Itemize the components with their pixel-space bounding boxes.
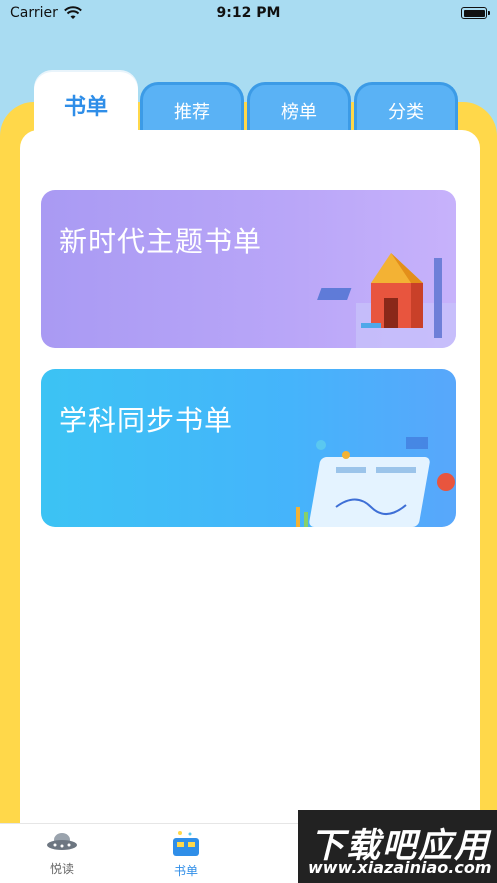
status-bar: Carrier 9:12 PM — [0, 0, 497, 26]
book-icon — [173, 831, 199, 856]
tabbar-booklist-label: 书单 — [173, 864, 198, 878]
tab-recommend-label: 推荐 — [174, 101, 210, 123]
carrier-label: Carrier — [10, 5, 58, 21]
wifi-icon — [64, 6, 82, 19]
card-title: 学科同步书单 — [59, 404, 234, 437]
ufo-icon — [47, 833, 77, 850]
tab-booklist[interactable]: 书单 — [34, 72, 138, 138]
tab-ranking[interactable]: 榜单 — [247, 82, 351, 136]
tabbar-item-booklist[interactable]: 书单 — [156, 830, 216, 879]
tab-ranking-label: 榜单 — [281, 101, 317, 123]
tab-booklist-label: 书单 — [63, 95, 108, 120]
tabbar-read-label: 悦读 — [49, 862, 74, 876]
card-new-era-booklist[interactable]: 新时代主题书单 — [41, 190, 456, 348]
document-illustration-icon — [296, 437, 455, 527]
battery-icon — [461, 7, 490, 19]
watermark-logo: 下载吧应用 www.xiazainiao.com — [298, 810, 497, 883]
tab-category-label: 分类 — [388, 101, 424, 123]
tab-category[interactable]: 分类 — [354, 82, 458, 136]
status-time: 9:12 PM — [216, 5, 281, 21]
tabbar-item-read[interactable]: 悦读 — [32, 830, 92, 877]
status-left: Carrier — [10, 5, 82, 21]
card-subject-sync-booklist[interactable]: 学科同步书单 — [41, 369, 456, 527]
card-title: 新时代主题书单 — [59, 225, 263, 258]
watermark-url: www.xiazainiao.com — [308, 858, 492, 877]
building-illustration-icon — [317, 253, 456, 348]
tab-recommend[interactable]: 推荐 — [140, 82, 244, 136]
